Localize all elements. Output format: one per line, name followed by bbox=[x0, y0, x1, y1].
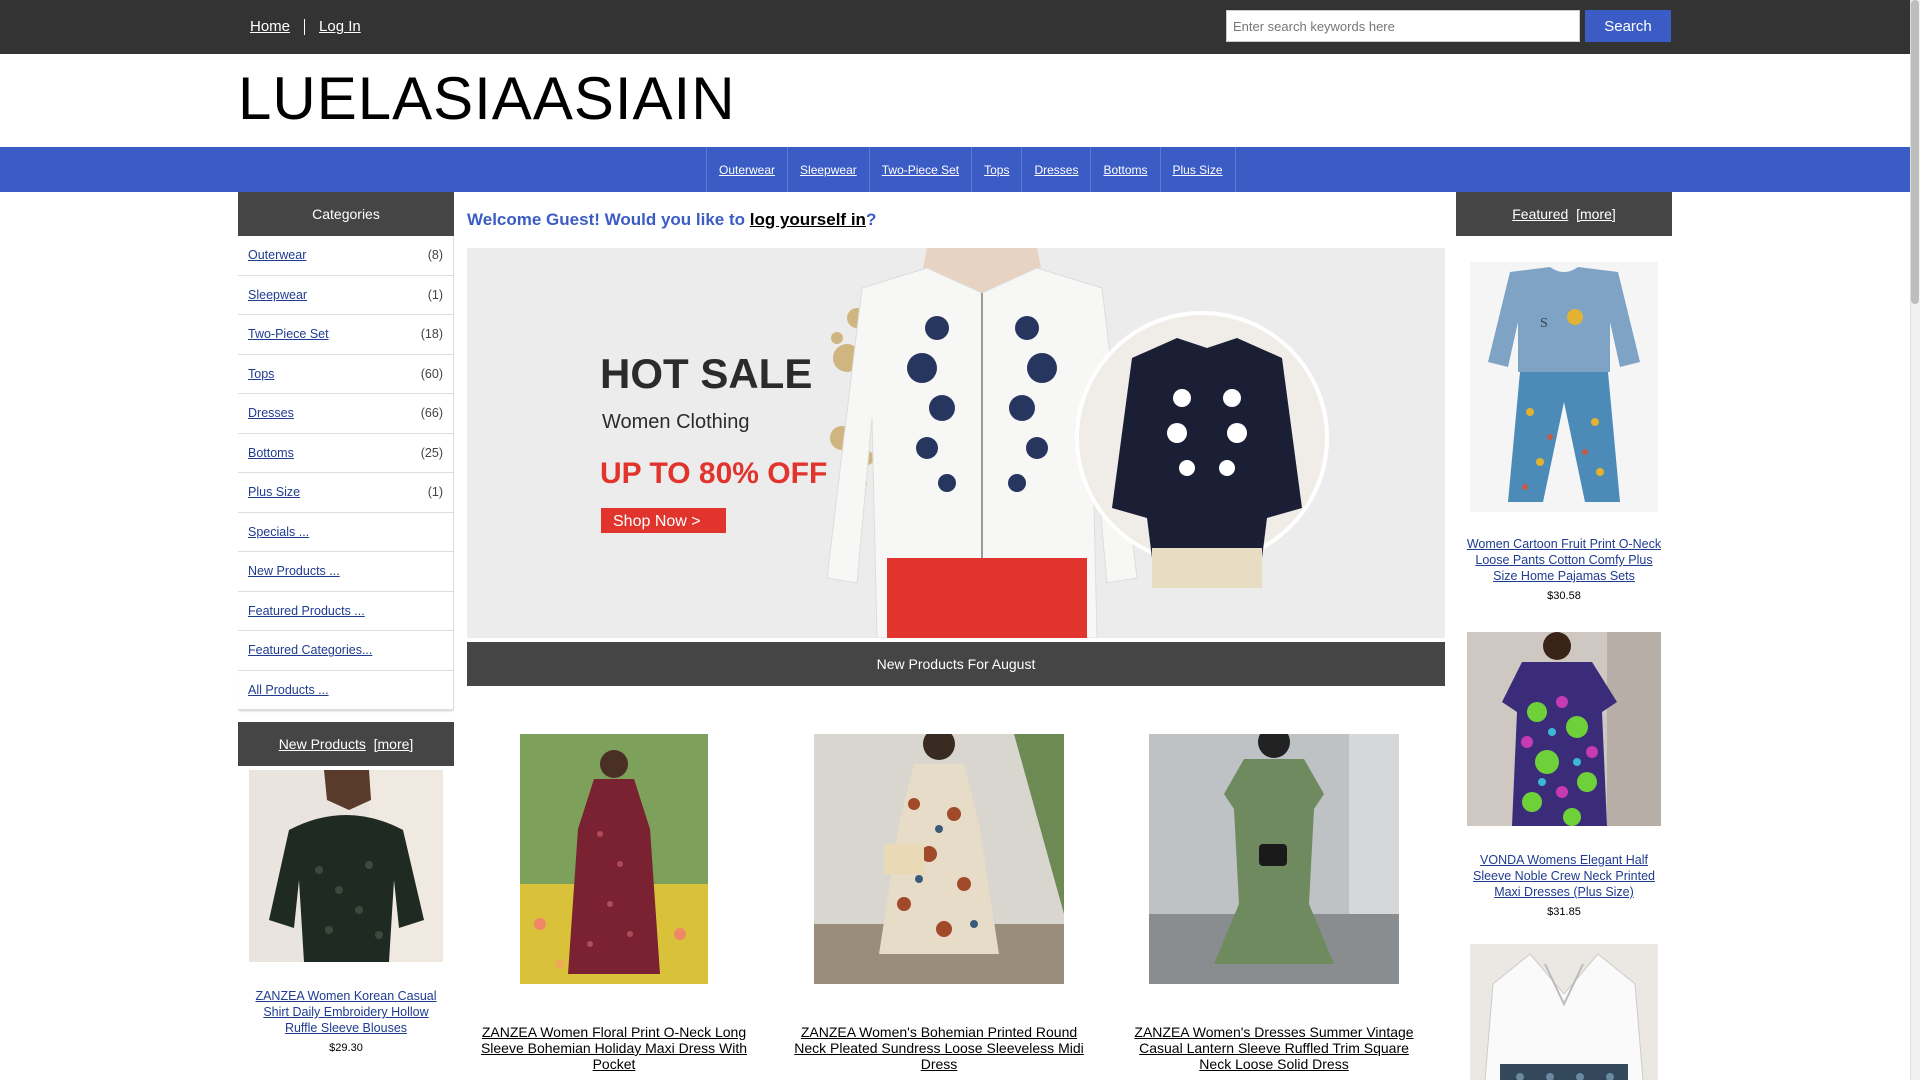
featured-more-link[interactable]: [more] bbox=[1576, 206, 1616, 222]
item-count: (60) bbox=[420, 366, 443, 381]
search-input[interactable] bbox=[1226, 10, 1580, 42]
category-nav-bar: Outerwear Sleepwear Two-Piece Set Tops D… bbox=[0, 147, 1910, 192]
page: Home Log In Search LUELASIAASIAIN Outerw… bbox=[0, 0, 1920, 1080]
solid-green-dress-image[interactable] bbox=[1149, 734, 1399, 984]
sidebar-link-specials[interactable]: Specials ... bbox=[238, 512, 454, 552]
sidebar-link-featured-categories[interactable]: Featured Categories... bbox=[238, 631, 454, 671]
banner-discount: UP TO 80% OFF bbox=[600, 457, 827, 490]
sidebar-item-label[interactable]: Sleepwear bbox=[248, 288, 307, 302]
site-logo[interactable]: LUELASIAASIAIN bbox=[238, 64, 736, 133]
catnav-sleepwear[interactable]: Sleepwear bbox=[788, 147, 870, 192]
white-blouse-product-image[interactable] bbox=[1470, 944, 1658, 1080]
right-sidebar: Featured [more] S Women Cartoon Fruit Pr… bbox=[1456, 192, 1672, 1080]
new-products-more-link[interactable]: [more] bbox=[374, 736, 414, 752]
product-card: ZANZEA Women's Bohemian Printed Round Ne… bbox=[789, 734, 1089, 1072]
sidebar-link-label[interactable]: New Products ... bbox=[248, 564, 340, 578]
catnav-outerwear[interactable]: Outerwear bbox=[707, 147, 789, 192]
sidebar-link-featured-products[interactable]: Featured Products ... bbox=[238, 591, 454, 631]
sidebar-item-label[interactable]: Two-Piece Set bbox=[248, 327, 329, 341]
item-count: (66) bbox=[420, 406, 443, 421]
pajama-set-image[interactable]: S bbox=[1470, 262, 1658, 512]
svg-text:S: S bbox=[1540, 316, 1548, 331]
new-product-card: ZANZEA Women Korean Casual Shirt Daily E… bbox=[238, 770, 454, 1054]
sidebar-item-label[interactable]: Dresses bbox=[248, 406, 294, 420]
banner-graphic: HOT SALE Women Clothing UP TO 80% OFF Sh… bbox=[467, 248, 1445, 638]
welcome-suffix: ? bbox=[865, 210, 877, 229]
featured-title-link[interactable]: Featured bbox=[1512, 206, 1568, 222]
catnav-dresses[interactable]: Dresses bbox=[1022, 147, 1092, 192]
sidebar-link-all-products[interactable]: All Products ... bbox=[238, 670, 454, 710]
catnav-two-piece-set[interactable]: Two-Piece Set bbox=[870, 147, 973, 192]
product-price: $29.30 bbox=[329, 1042, 363, 1054]
search-button[interactable]: Search bbox=[1585, 10, 1671, 42]
item-count: (25) bbox=[420, 445, 443, 460]
product-card: ZANZEA Women Floral Print O-Neck Long Sl… bbox=[474, 734, 754, 1072]
item-count: (8) bbox=[427, 248, 443, 263]
sidebar-item-plus-size[interactable]: Plus Size (1) bbox=[238, 473, 454, 513]
featured-header: Featured [more] bbox=[1456, 192, 1672, 236]
banner-hot-sale: HOT SALE bbox=[600, 350, 812, 397]
sidebar-item-sleepwear[interactable]: Sleepwear (1) bbox=[238, 275, 454, 315]
sidebar-link-new-products[interactable]: New Products ... bbox=[238, 552, 454, 592]
sidebar-item-two-piece-set[interactable]: Two-Piece Set (18) bbox=[238, 315, 454, 355]
hero-banner[interactable]: HOT SALE Women Clothing UP TO 80% OFF Sh… bbox=[467, 248, 1445, 638]
item-count: (1) bbox=[427, 485, 443, 500]
sidebar-item-label[interactable]: Outerwear bbox=[248, 248, 306, 262]
printed-maxi-dress-image[interactable] bbox=[1467, 632, 1661, 826]
sidebar-item-label[interactable]: Plus Size bbox=[248, 485, 300, 499]
sidebar-item-bottoms[interactable]: Bottoms (25) bbox=[238, 433, 454, 473]
featured-product-card: VONDA Womens Elegant Half Sleeve Noble C… bbox=[1456, 632, 1672, 918]
login-prompt-link[interactable]: log yourself in bbox=[750, 210, 866, 229]
left-sidebar: Categories Outerwear (8) Sleepwear (1) Two… bbox=[238, 192, 454, 1054]
product-name-link[interactable]: ZANZEA Women's Bohemian Printed Round Ne… bbox=[789, 1024, 1089, 1072]
product-name-link[interactable]: Women Cartoon Fruit Print O-Neck Loose P… bbox=[1456, 536, 1672, 584]
new-products-title-link[interactable]: New Products bbox=[279, 736, 366, 752]
sidebar-item-tops[interactable]: Tops (60) bbox=[238, 354, 454, 394]
welcome-message: Welcome Guest! Would you like to log you… bbox=[467, 210, 876, 230]
product-card: ZANZEA Women's Dresses Summer Vintage Ca… bbox=[1124, 734, 1424, 1072]
product-name-link[interactable]: ZANZEA Women Korean Casual Shirt Daily E… bbox=[238, 988, 454, 1036]
sidebar-link-label[interactable]: Specials ... bbox=[248, 525, 309, 539]
top-bar: Home Log In Search bbox=[0, 0, 1910, 54]
product-name-link[interactable]: ZANZEA Women Floral Print O-Neck Long Sl… bbox=[474, 1024, 754, 1072]
scrollbar-thumb[interactable] bbox=[1911, 0, 1919, 304]
blouse-product-image[interactable] bbox=[249, 770, 443, 962]
shop-now-label: Shop Now > bbox=[613, 513, 701, 530]
sidebar-link-label[interactable]: All Products ... bbox=[248, 683, 329, 697]
bohemian-sundress-image[interactable] bbox=[814, 734, 1064, 984]
featured-product-card bbox=[1456, 944, 1672, 1080]
new-products-header: New Products [more] bbox=[238, 722, 454, 766]
sidebar-item-label[interactable]: Tops bbox=[248, 367, 274, 381]
product-name-link[interactable]: ZANZEA Women's Dresses Summer Vintage Ca… bbox=[1124, 1024, 1424, 1072]
sidebar-item-label[interactable]: Bottoms bbox=[248, 446, 294, 460]
catnav-tops[interactable]: Tops bbox=[972, 147, 1023, 192]
banner-subtitle: Women Clothing bbox=[602, 411, 749, 433]
page-content: Home Log In Search LUELASIAASIAIN Outerw… bbox=[0, 0, 1910, 1080]
catnav-plus-size[interactable]: Plus Size bbox=[1161, 147, 1236, 192]
top-nav: Home Log In bbox=[250, 18, 361, 35]
floral-maxi-dress-image[interactable] bbox=[520, 734, 708, 984]
product-name-link[interactable]: VONDA Womens Elegant Half Sleeve Noble C… bbox=[1456, 852, 1672, 900]
home-link[interactable]: Home bbox=[250, 18, 290, 35]
nav-divider bbox=[304, 18, 306, 35]
sidebar-item-outerwear[interactable]: Outerwear (8) bbox=[238, 236, 454, 276]
logo-row: LUELASIAASIAIN bbox=[0, 54, 1910, 147]
sidebar-link-label[interactable]: Featured Products ... bbox=[248, 604, 365, 618]
product-price: $31.85 bbox=[1547, 906, 1581, 918]
item-count: (18) bbox=[420, 327, 443, 342]
product-price: $30.58 bbox=[1547, 590, 1581, 602]
welcome-prefix: Welcome Guest! Would you like to bbox=[467, 210, 750, 229]
sidebar-item-dresses[interactable]: Dresses (66) bbox=[238, 394, 454, 434]
categories-header: Categories bbox=[238, 192, 454, 236]
new-products-heading: New Products For August bbox=[467, 642, 1445, 686]
catnav-bottoms[interactable]: Bottoms bbox=[1091, 147, 1161, 192]
login-link[interactable]: Log In bbox=[319, 18, 361, 35]
vertical-scrollbar[interactable] bbox=[1910, 0, 1920, 1080]
sidebar-link-label[interactable]: Featured Categories... bbox=[248, 643, 372, 657]
category-nav-links: Outerwear Sleepwear Two-Piece Set Tops D… bbox=[706, 147, 1236, 192]
item-count: (1) bbox=[427, 287, 443, 302]
featured-product-card: S Women Cartoon Fruit Print O-Neck Loose… bbox=[1456, 262, 1672, 602]
